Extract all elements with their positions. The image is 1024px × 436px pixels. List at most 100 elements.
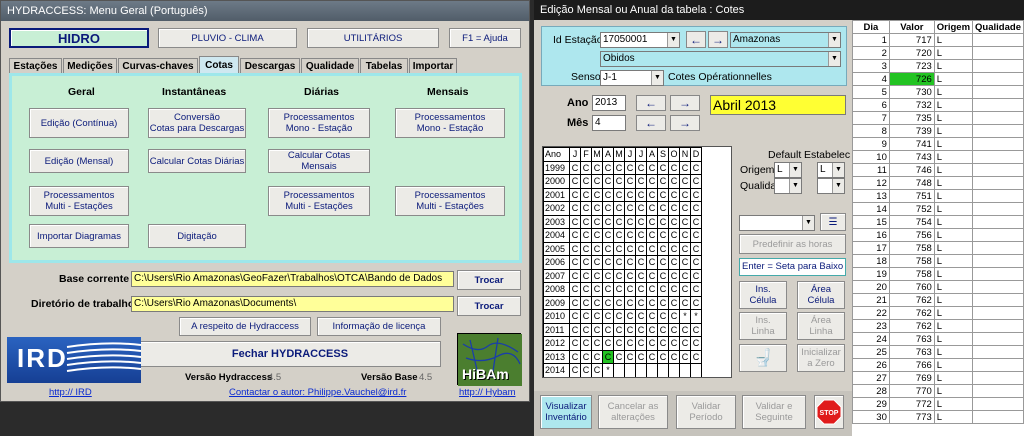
grid-month-cell[interactable]: C	[602, 336, 614, 351]
grid-month-cell[interactable]: C	[679, 255, 691, 270]
grid-month-cell[interactable]: C	[635, 241, 647, 256]
valor-cell[interactable]: 754	[888, 215, 935, 229]
grid-row[interactable]: 2010 C C C C C C C C C C * *	[543, 309, 702, 324]
origem-cell[interactable]: L	[933, 319, 974, 333]
grid-month-cell[interactable]: C	[613, 174, 625, 189]
grid-month-cell[interactable]: C	[646, 282, 658, 297]
valor-cell[interactable]: 735	[888, 111, 935, 125]
valor-cell[interactable]: 752	[888, 202, 935, 216]
origem-cell[interactable]: L	[933, 98, 974, 112]
grid-month-cell[interactable]: C	[668, 255, 680, 270]
calc-cotas-diarias-button[interactable]: Calcular Cotas Diárias	[148, 149, 246, 173]
qualidade-cell[interactable]	[972, 358, 1024, 372]
grid-row[interactable]: 2005 C C C C C C C C C C C C	[543, 241, 702, 256]
grid-month-cell[interactable]: C	[690, 214, 702, 229]
day-row[interactable]: 5 730 L	[852, 85, 1024, 99]
qualidade-cell[interactable]	[972, 85, 1024, 99]
grid-month-cell[interactable]: C	[569, 174, 581, 189]
qualidade-cell[interactable]	[972, 150, 1024, 164]
origem-cell[interactable]: L	[933, 189, 974, 203]
grid-month-cell[interactable]: C	[602, 322, 614, 337]
proc-mono-diarias-button[interactable]: Processamentos Mono - Estação	[268, 108, 370, 138]
day-row[interactable]: 20 760 L	[852, 280, 1024, 294]
day-row[interactable]: 30 773 L	[852, 410, 1024, 424]
grid-month-cell[interactable]: *	[679, 309, 691, 324]
grid-month-cell[interactable]: C	[635, 228, 647, 243]
qualidade-cell[interactable]	[972, 228, 1024, 242]
grid-month-cell[interactable]: C	[624, 160, 636, 175]
valor-cell[interactable]: 748	[888, 176, 935, 190]
grid-month-cell[interactable]: C	[668, 174, 680, 189]
validar-periodo-button[interactable]: Validar Período	[676, 395, 736, 429]
day-row[interactable]: 27 769 L	[852, 371, 1024, 385]
valor-cell[interactable]: 760	[888, 280, 935, 294]
dropdown-icon[interactable]: ▼	[832, 163, 844, 177]
grid-month-cell[interactable]: C	[624, 309, 636, 324]
grid-month-cell[interactable]: C	[679, 228, 691, 243]
grid-month-cell[interactable]: C	[635, 255, 647, 270]
grid-month-cell[interactable]: C	[580, 255, 592, 270]
origem-cell[interactable]: L	[933, 306, 974, 320]
origem-cell[interactable]: L	[933, 150, 974, 164]
grid-month-cell[interactable]: C	[646, 322, 658, 337]
dropdown-icon[interactable]: ▼	[789, 179, 801, 193]
grid-month-cell[interactable]: C	[679, 282, 691, 297]
grid-month-cell[interactable]: C	[580, 174, 592, 189]
qualidade-cell[interactable]	[972, 332, 1024, 346]
dropdown-icon[interactable]: ▼	[832, 179, 844, 193]
tab-cotas[interactable]: Cotas	[199, 56, 239, 74]
grid-month-cell[interactable]: C	[668, 349, 680, 364]
grid-month-cell[interactable]	[657, 363, 669, 377]
grid-row[interactable]: 2014 C C C *	[543, 363, 702, 377]
edicao-continua-button[interactable]: Edição (Contínua)	[29, 108, 129, 138]
day-row[interactable]: 3 723 L	[852, 59, 1024, 73]
grid-month-cell[interactable]: C	[624, 268, 636, 283]
grid-month-cell[interactable]: C	[668, 336, 680, 351]
grid-month-cell[interactable]: C	[580, 309, 592, 324]
hours-select[interactable]: ▼	[739, 215, 815, 231]
qualidade-cell[interactable]	[972, 163, 1024, 177]
grid-month-cell[interactable]: C	[569, 295, 581, 310]
grid-month-cell[interactable]	[635, 363, 647, 377]
next-year-button[interactable]: →	[670, 95, 700, 111]
day-row[interactable]: 9 741 L	[852, 137, 1024, 151]
grid-month-cell[interactable]	[690, 363, 702, 377]
grid-month-cell[interactable]: C	[679, 160, 691, 175]
grid-month-cell[interactable]: C	[591, 363, 603, 377]
trocar-base-button[interactable]: Trocar	[457, 270, 521, 290]
grid-month-cell[interactable]: C	[602, 214, 614, 229]
grid-month-cell[interactable]: C	[690, 201, 702, 216]
prev-month-button[interactable]: ←	[636, 115, 666, 131]
grid-month-cell[interactable]: C	[635, 322, 647, 337]
grid-month-cell[interactable]: C	[580, 201, 592, 216]
inicializar-zero-button[interactable]: Inicializar a Zero	[797, 344, 845, 372]
grid-month-cell[interactable]: C	[657, 349, 669, 364]
ins-celula-button[interactable]: Ins. Célula	[739, 281, 787, 309]
origem-cell[interactable]: L	[933, 137, 974, 151]
sensor-field[interactable]: J-1 ▼	[600, 70, 664, 86]
valor-cell[interactable]: 762	[888, 319, 935, 333]
grid-month-cell[interactable]: C	[657, 160, 669, 175]
grid-month-cell[interactable]: C	[690, 336, 702, 351]
valor-cell[interactable]: 743	[888, 150, 935, 164]
grid-month-cell[interactable]: C	[690, 255, 702, 270]
grid-month-cell[interactable]: C	[668, 309, 680, 324]
grid-month-cell[interactable]	[613, 363, 625, 377]
grid-month-cell[interactable]: C	[646, 187, 658, 202]
valor-cell[interactable]: 739	[888, 124, 935, 138]
grid-month-cell[interactable]: C	[580, 228, 592, 243]
tab-medicoes[interactable]: Medições	[63, 58, 117, 74]
grid-month-cell[interactable]: C	[635, 349, 647, 364]
grid-month-cell[interactable]: C	[602, 241, 614, 256]
origem-cell[interactable]: L	[933, 345, 974, 359]
grid-month-cell[interactable]: C	[602, 201, 614, 216]
grid-row[interactable]: 2000 C C C C C C C C C C C C	[543, 174, 702, 189]
grid-row[interactable]: 2012 C C C C C C C C C C C C	[543, 336, 702, 351]
day-row[interactable]: 25 763 L	[852, 345, 1024, 359]
grid-month-cell[interactable]: C	[657, 309, 669, 324]
grid-month-cell[interactable]: C	[569, 336, 581, 351]
qualidade-cell[interactable]	[972, 72, 1024, 86]
grid-month-cell[interactable]: C	[635, 187, 647, 202]
grid-month-cell[interactable]: C	[646, 174, 658, 189]
grid-month-cell[interactable]: C	[624, 295, 636, 310]
